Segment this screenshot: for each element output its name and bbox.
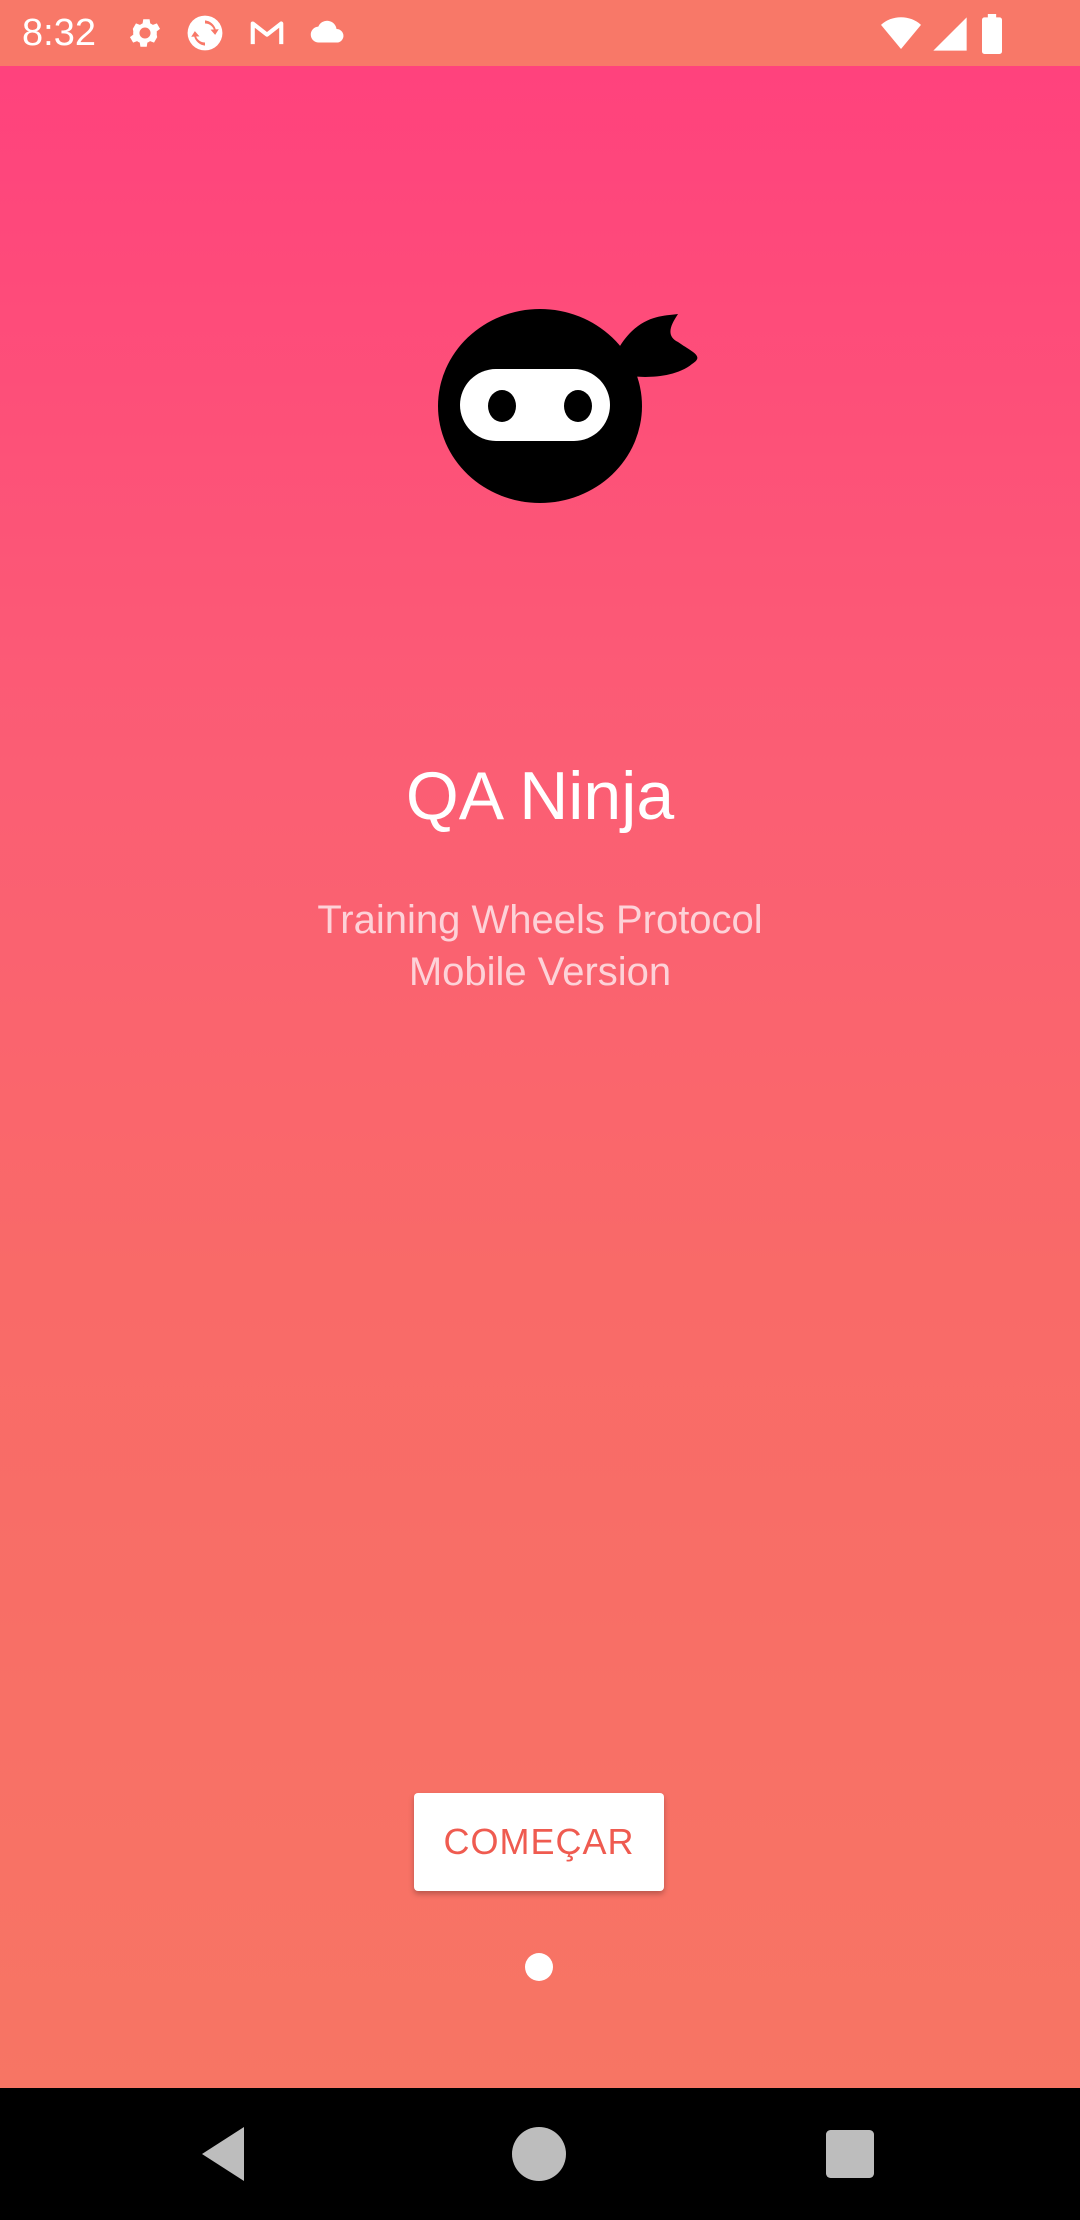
gear-icon	[129, 19, 161, 47]
status-bar: 8:32	[0, 0, 1080, 66]
status-time: 8:32	[22, 12, 96, 54]
subtitle-line-1: Training Wheels Protocol	[317, 898, 763, 942]
start-button[interactable]: COMEÇAR	[414, 1793, 664, 1891]
back-icon[interactable]	[190, 2118, 262, 2190]
page-indicator-dot	[525, 1953, 553, 1981]
splash-content: QA Ninja Training Wheels Protocol Mobile…	[0, 66, 1080, 2088]
app-title: QA Ninja	[405, 758, 675, 834]
wifi-icon	[881, 17, 921, 49]
cell-signal-icon	[933, 17, 967, 51]
home-icon[interactable]	[503, 2118, 575, 2190]
subtitle-line-2: Mobile Version	[408, 950, 672, 994]
recents-icon[interactable]	[814, 2118, 886, 2190]
cloud-icon	[310, 20, 344, 43]
gmail-icon	[250, 21, 284, 45]
app-screen: 8:32 QA Ninja Training Wheels Protocol M…	[0, 0, 1080, 2220]
navigation-bar	[0, 2088, 1080, 2220]
ninja-head-icon	[438, 309, 698, 503]
sync-icon	[187, 15, 223, 51]
battery-icon	[982, 14, 1002, 54]
